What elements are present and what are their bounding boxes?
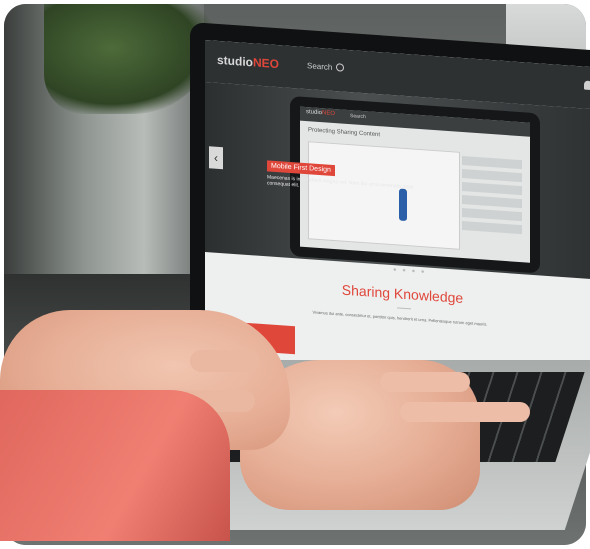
tablet-search: Search	[350, 113, 366, 121]
carousel-prev-button[interactable]: ‹	[209, 146, 223, 170]
user-icon[interactable]	[584, 80, 590, 91]
section-divider	[397, 307, 411, 310]
right-finger	[400, 402, 530, 422]
section-title: Sharing Knowledge	[341, 281, 464, 307]
left-finger	[190, 350, 260, 372]
shirt-sleeve	[0, 390, 230, 541]
tablet-video-card	[308, 141, 460, 250]
tablet-title: Protecting Sharing Content	[308, 127, 381, 139]
hero-carousel: ‹ studioNEO Search Protecting Sharing Co…	[205, 82, 590, 280]
right-finger	[380, 372, 470, 392]
site-logo[interactable]: studioNEO	[217, 53, 279, 71]
search-icon	[336, 63, 345, 72]
tablet-logo: studioNEO	[306, 109, 336, 118]
tablet-sidebar	[462, 152, 522, 252]
section-subtitle: Vivamus dui ante, consectetur et, portti…	[312, 309, 488, 327]
site-search[interactable]: Search	[307, 61, 345, 73]
carousel-dots[interactable]: ● ● ● ●	[393, 267, 427, 275]
